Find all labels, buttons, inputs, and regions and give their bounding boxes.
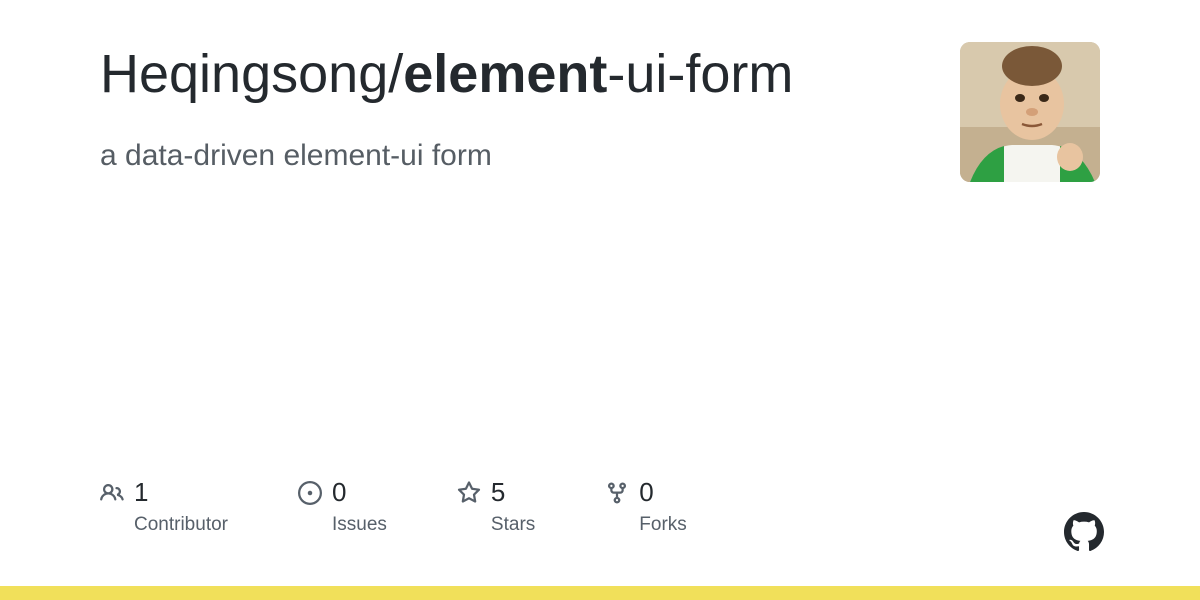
stat-label: Forks: [639, 514, 687, 536]
stat-value: 5: [491, 477, 505, 508]
stat-forks[interactable]: 0 Forks: [605, 477, 687, 536]
stat-label: Issues: [332, 514, 387, 536]
avatar[interactable]: [960, 42, 1100, 182]
stats-row: 1 Contributor 0 Issues 5 Stars 0: [100, 477, 687, 536]
star-icon: [457, 481, 481, 505]
stat-value: 0: [639, 477, 653, 508]
stat-issues[interactable]: 0 Issues: [298, 477, 387, 536]
stat-top: 5: [457, 477, 535, 508]
stat-label: Contributor: [134, 514, 228, 536]
stat-value: 0: [332, 477, 346, 508]
left-content: Heqingsong/element-ui-form a data-driven…: [100, 42, 960, 177]
issue-icon: [298, 481, 322, 505]
repo-name-rest[interactable]: -ui-form: [607, 44, 793, 104]
repo-slash: /: [388, 44, 403, 104]
language-bar: [0, 586, 1200, 600]
stat-top: 1: [100, 477, 228, 508]
fork-icon: [605, 481, 629, 505]
github-logo-icon[interactable]: [1064, 512, 1104, 552]
repo-name-bold[interactable]: element: [403, 44, 607, 104]
people-icon: [100, 481, 124, 505]
stat-value: 1: [134, 477, 148, 508]
repo-owner[interactable]: Heqingsong: [100, 44, 388, 104]
stat-top: 0: [605, 477, 687, 508]
stat-top: 0: [298, 477, 387, 508]
repo-title: Heqingsong/element-ui-form: [100, 42, 920, 107]
stat-label: Stars: [491, 514, 535, 536]
main-container: Heqingsong/element-ui-form a data-driven…: [0, 0, 1200, 182]
stat-contributors[interactable]: 1 Contributor: [100, 477, 228, 536]
stat-stars[interactable]: 5 Stars: [457, 477, 535, 536]
repo-description: a data-driven element-ui form: [100, 135, 920, 177]
avatar-image: [960, 42, 1100, 182]
